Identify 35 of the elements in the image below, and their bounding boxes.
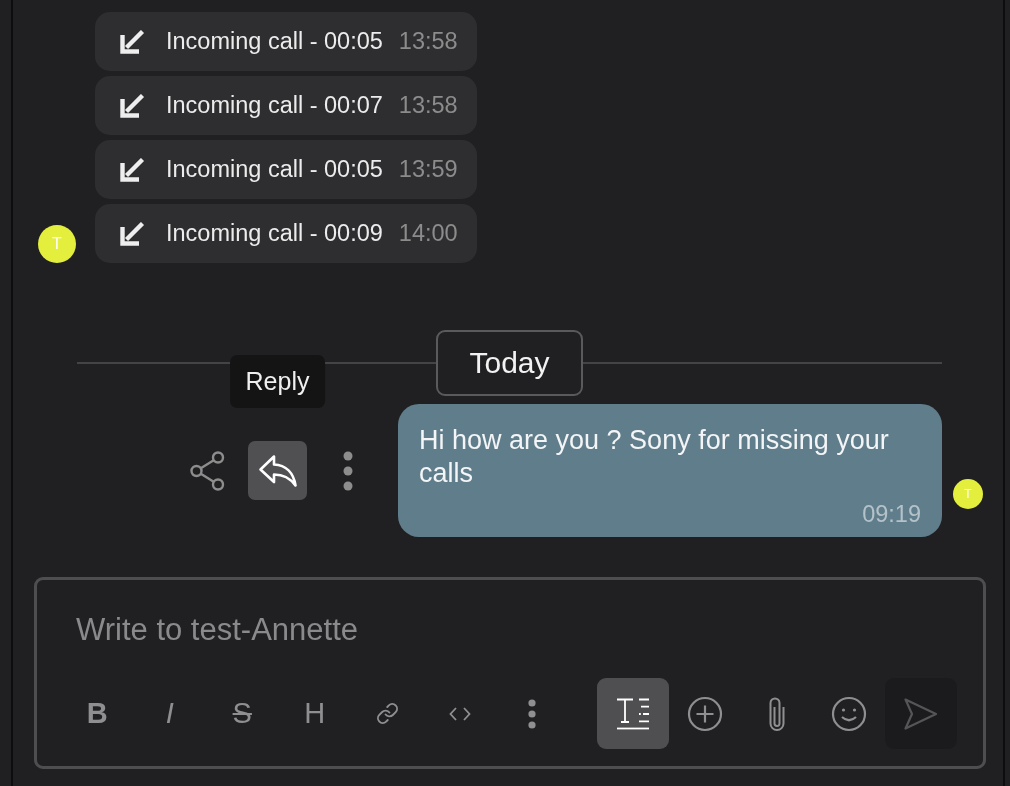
down-left-arrow-icon: [120, 29, 145, 54]
message-input-field[interactable]: Write to test-Annette: [61, 606, 959, 654]
call-time: 14:00: [398, 220, 458, 247]
call-time: 13:58: [398, 92, 458, 119]
smiley-icon: [831, 695, 867, 732]
avatar: T: [953, 479, 983, 509]
call-label: Incoming call - 00:09: [166, 220, 383, 247]
call-label: Incoming call - 00:05: [166, 156, 383, 183]
call-time: 13:58: [398, 28, 458, 55]
link-icon: [375, 702, 399, 725]
send-icon: [904, 697, 938, 730]
down-left-arrow-icon: [120, 93, 145, 118]
format-toggle-button[interactable]: [597, 678, 669, 749]
down-left-arrow-icon: [120, 221, 145, 246]
more-icon: [342, 450, 353, 491]
heading-button[interactable]: H: [278, 678, 351, 749]
avatar: T: [38, 225, 76, 263]
paperclip-icon: [768, 696, 786, 731]
bold-button[interactable]: B: [61, 678, 134, 749]
strikethrough-button[interactable]: S: [206, 678, 279, 749]
italic-button[interactable]: I: [133, 678, 206, 749]
share-icon: [190, 450, 225, 491]
more-icon: [528, 698, 537, 729]
reply-icon: [257, 453, 298, 488]
down-left-arrow-icon: [120, 157, 145, 182]
call-time: 13:59: [398, 156, 458, 183]
call-label: Incoming call - 00:05: [166, 28, 383, 55]
code-icon: [448, 706, 471, 721]
message-text: Hi how are you ? Sony for missing your calls: [419, 424, 890, 490]
text-format-icon: [617, 697, 649, 730]
plus-circle-icon: [687, 695, 723, 732]
reply-button[interactable]: [248, 441, 307, 500]
call-label: Incoming call - 00:07: [166, 92, 383, 119]
tooltip: Reply: [229, 355, 326, 408]
message-time: 09:19: [862, 500, 921, 528]
